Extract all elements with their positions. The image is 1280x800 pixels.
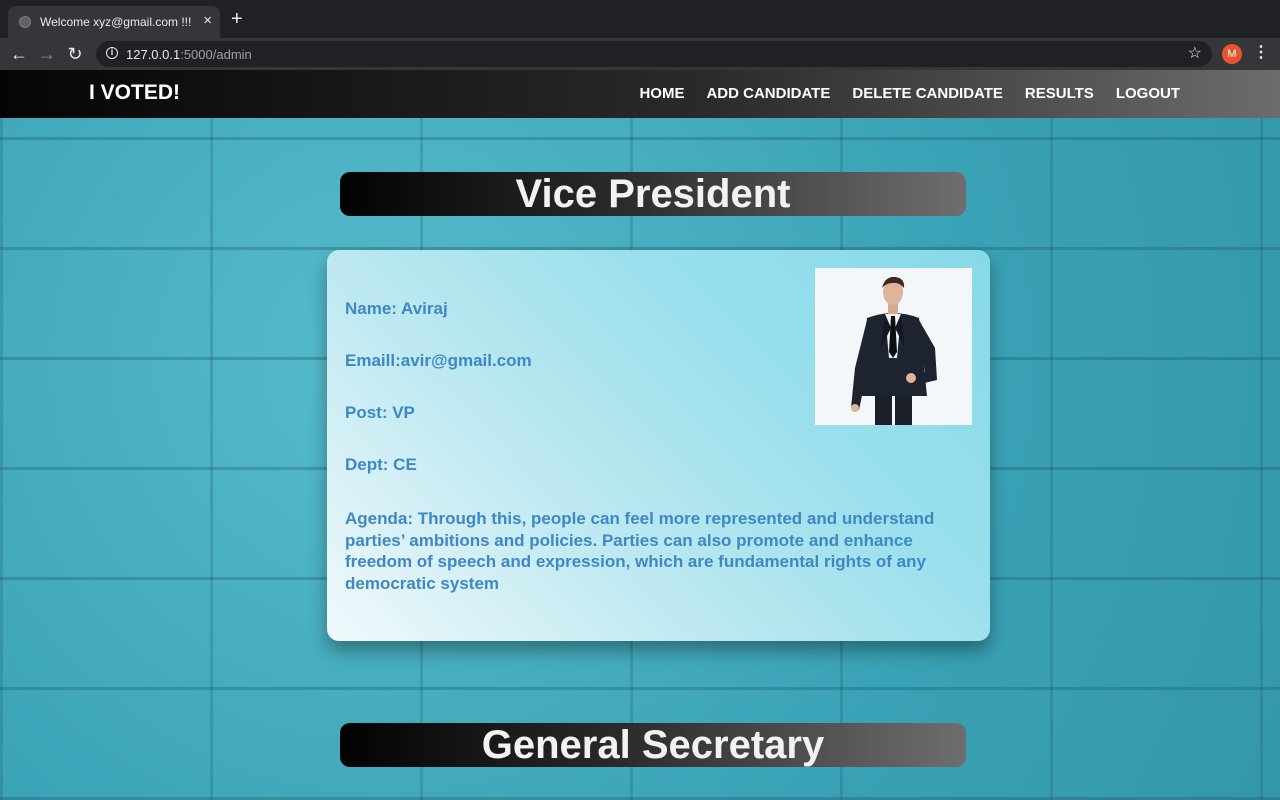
site-info-icon[interactable]: i <box>106 47 118 59</box>
candidate-post: Post: VP <box>345 403 415 422</box>
url-text: 127.0.0.1:5000/admin <box>126 47 252 62</box>
candidate-agenda: Agenda: Through this, people can feel mo… <box>345 509 935 593</box>
site-brand[interactable]: I VOTED! <box>89 81 180 105</box>
nav-logout-link[interactable]: LOGOUT <box>1116 85 1180 102</box>
back-arrow-icon[interactable]: ← <box>7 42 31 66</box>
url-host: 127.0.0.1 <box>126 47 181 62</box>
nav-delete-candidate-link[interactable]: DELETE CANDIDATE <box>852 85 1003 102</box>
bookmark-star-icon[interactable]: ☆ <box>1188 44 1202 64</box>
globe-icon <box>19 16 31 28</box>
more-menu-icon[interactable]: ⋮ <box>1253 43 1269 63</box>
address-bar[interactable]: i 127.0.0.1:5000/admin ☆ <box>96 41 1212 67</box>
section-heading-general-secretary: General Secretary <box>340 723 966 767</box>
candidate-name: Name: Aviraj <box>345 299 448 318</box>
page-viewport: I VOTED! HOME ADD CANDIDATE DELETE CANDI… <box>0 70 1280 800</box>
nav-links: HOME ADD CANDIDATE DELETE CANDIDATE RESU… <box>639 85 1180 102</box>
profile-avatar[interactable]: M <box>1222 44 1242 64</box>
candidate-photo <box>815 268 972 425</box>
nav-results-link[interactable]: RESULTS <box>1025 85 1094 102</box>
browser-tab-strip: Welcome xyz@gmail.com !!! × + <box>0 0 1280 38</box>
section-heading-vice-president: Vice President <box>340 172 966 216</box>
candidate-email: Emaill:avir@gmail.com <box>345 351 532 370</box>
reload-icon[interactable]: ↻ <box>63 42 87 66</box>
candidate-card: Name: Aviraj Emaill:avir@gmail.com Post:… <box>327 250 990 641</box>
tab-title: Welcome xyz@gmail.com !!! <box>40 15 192 29</box>
browser-tab[interactable]: Welcome xyz@gmail.com !!! × <box>8 6 220 38</box>
forward-arrow-icon[interactable]: → <box>35 42 59 66</box>
new-tab-icon[interactable]: + <box>231 8 243 30</box>
browser-toolbar: ← → ↻ i 127.0.0.1:5000/admin ☆ M ⋮ <box>0 38 1280 70</box>
nav-home-link[interactable]: HOME <box>639 85 684 102</box>
close-tab-icon[interactable]: × <box>203 12 212 30</box>
candidate-dept: Dept: CE <box>345 455 417 474</box>
site-navbar: I VOTED! HOME ADD CANDIDATE DELETE CANDI… <box>0 70 1280 118</box>
url-path: :5000/admin <box>180 47 252 62</box>
man-in-suit-illustration <box>815 268 972 425</box>
nav-add-candidate-link[interactable]: ADD CANDIDATE <box>706 85 830 102</box>
